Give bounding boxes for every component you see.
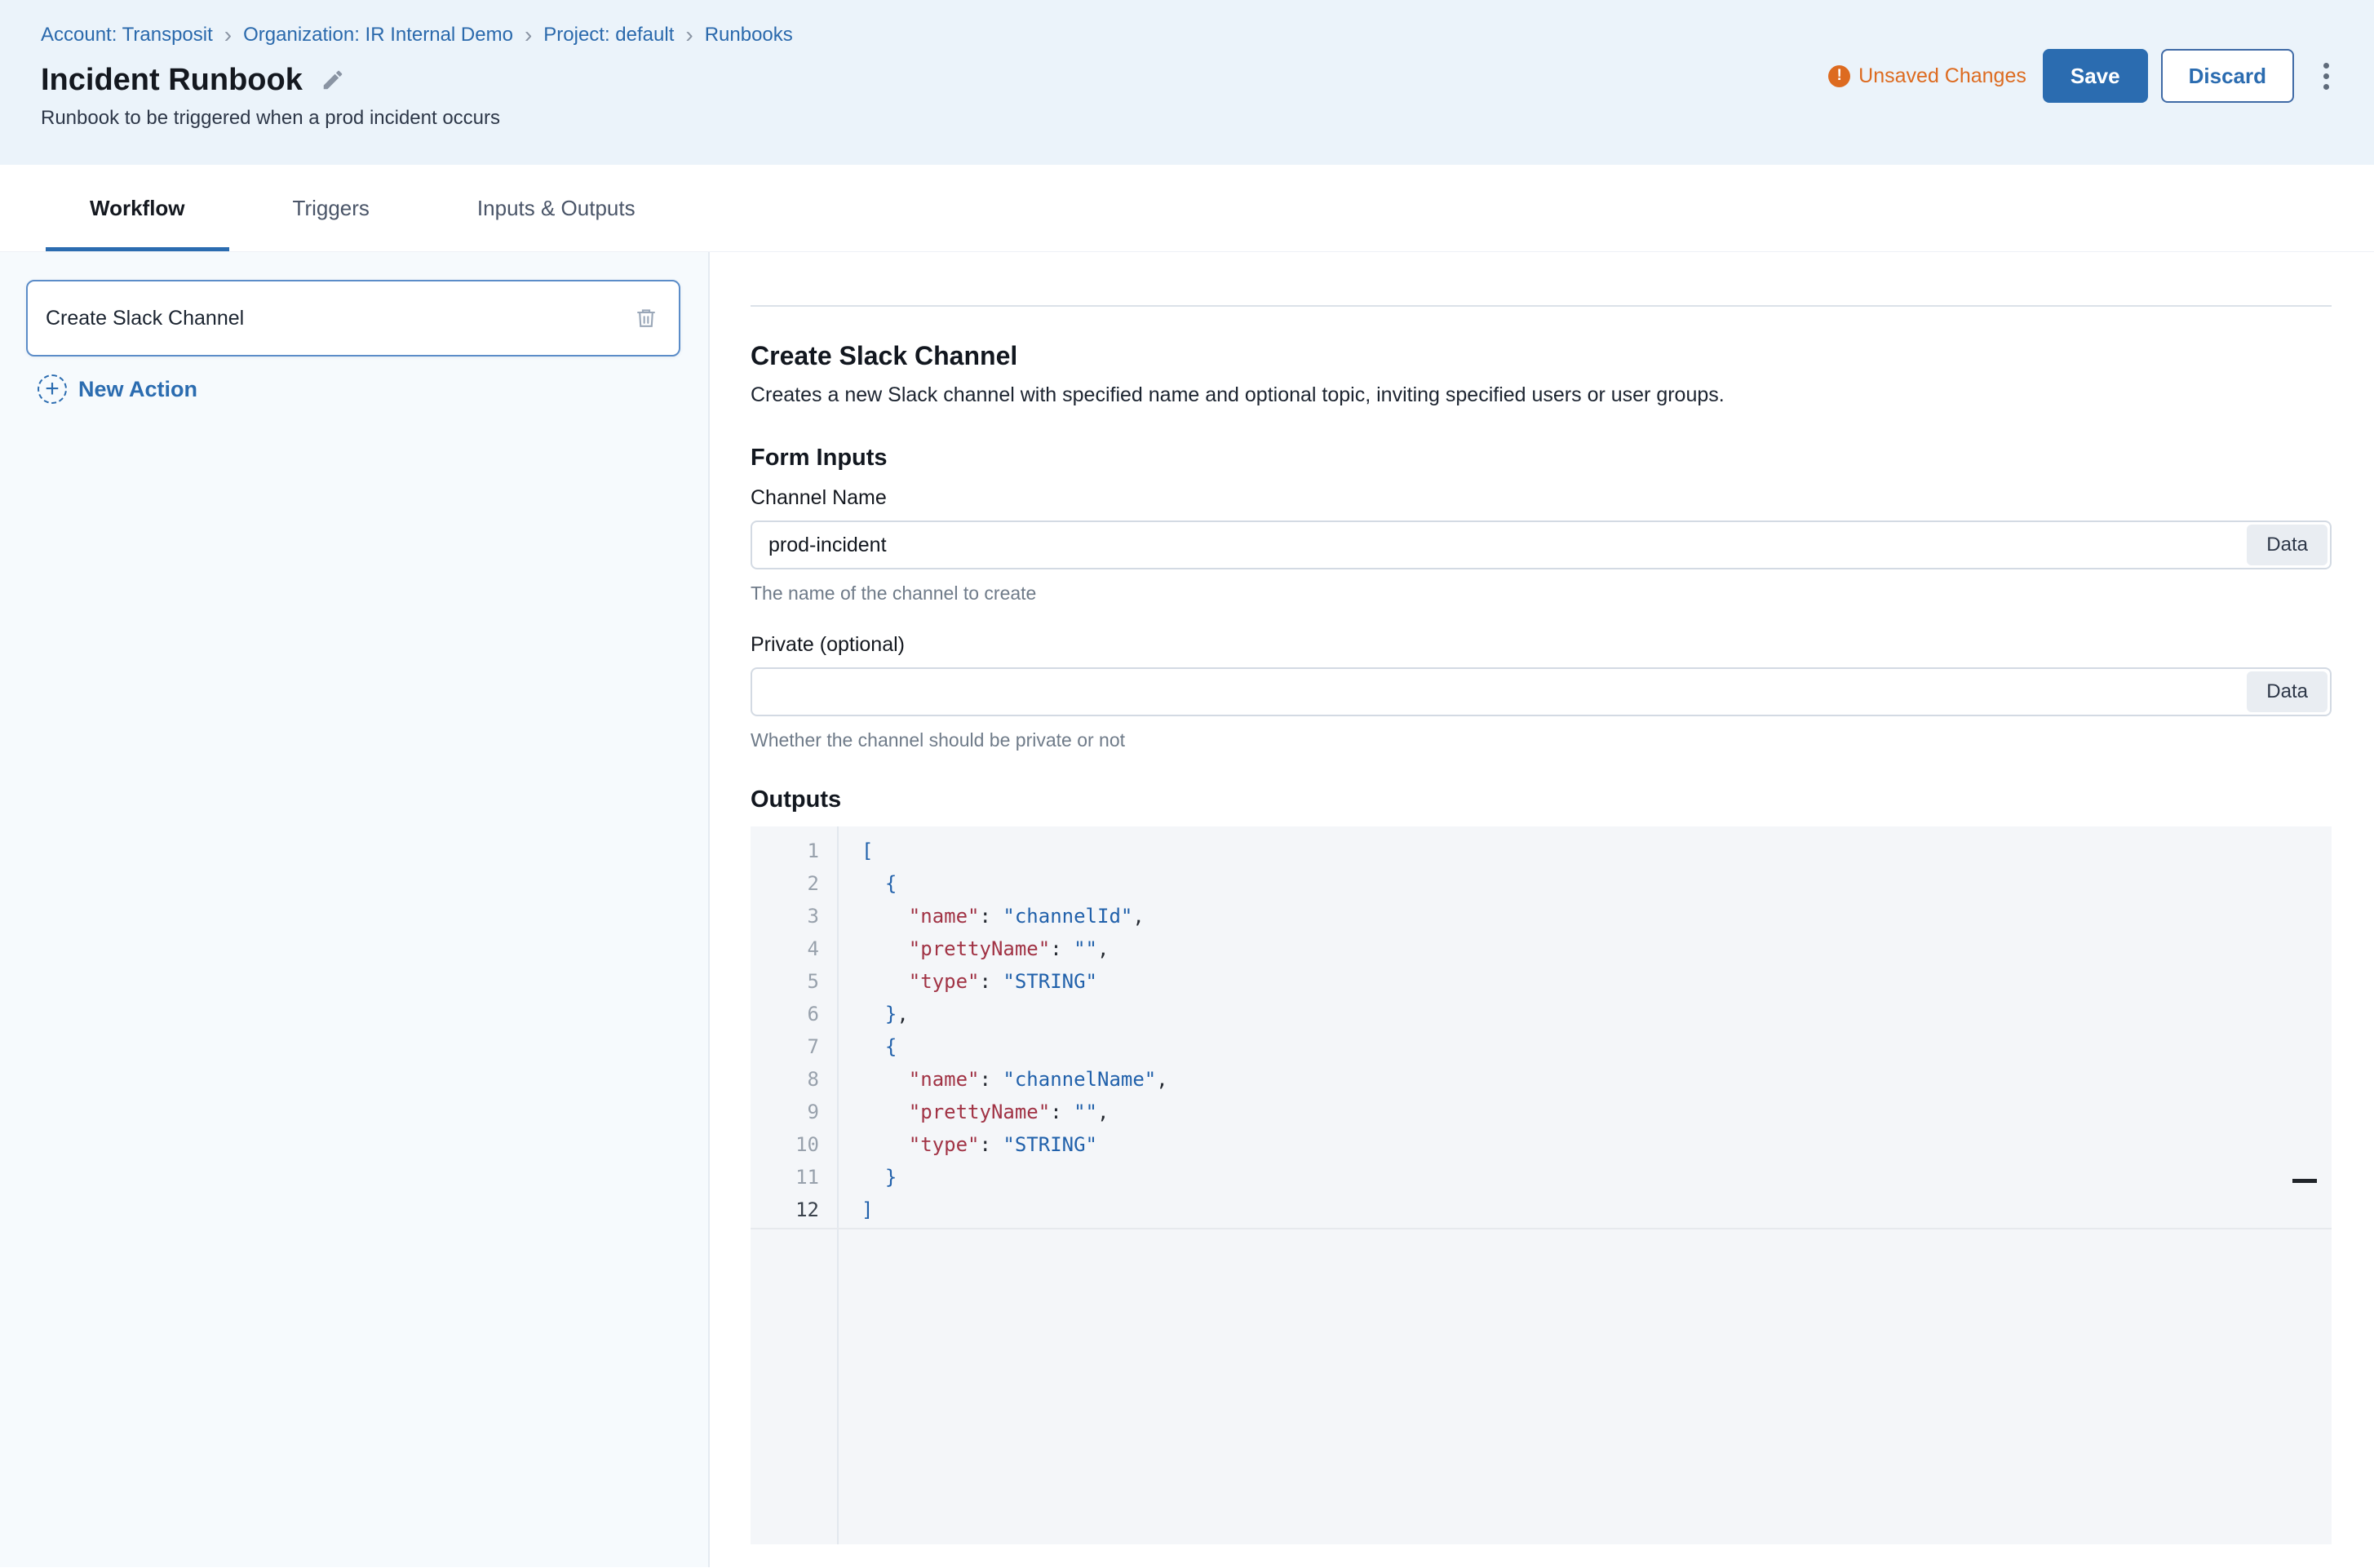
chevron-right-icon: › [224, 24, 232, 47]
channel-name-label: Channel Name [751, 485, 2332, 511]
channel-name-input-wrap: Data [751, 520, 2332, 569]
unsaved-changes-indicator: ! Unsaved Changes [1828, 64, 2026, 88]
editor-scroll-handle [2292, 1179, 2317, 1183]
line-number: 10 [751, 1128, 829, 1161]
editor-gutter: 123456789101112 [751, 835, 829, 1226]
breadcrumb-account-link[interactable]: Account: Transposit [41, 23, 213, 47]
tab-workflow[interactable]: Workflow [46, 165, 229, 251]
code-line[interactable]: [ [861, 835, 2332, 867]
unsaved-changes-label: Unsaved Changes [1858, 64, 2026, 88]
code-line[interactable]: }, [861, 998, 2332, 1030]
code-line[interactable]: { [861, 1030, 2332, 1063]
code-line[interactable]: } [861, 1161, 2332, 1194]
code-line[interactable]: "type": "STRING" [861, 965, 2332, 998]
breadcrumb-runbooks-link[interactable]: Runbooks [705, 23, 793, 47]
field-channel-name: Channel Name Data The name of the channe… [751, 485, 2332, 605]
chevron-right-icon: › [525, 24, 532, 47]
tab-inputs-outputs[interactable]: Inputs & Outputs [433, 165, 680, 251]
code-line[interactable]: "prettyName": "", [861, 1096, 2332, 1128]
line-number: 1 [751, 835, 829, 867]
header-actions: ! Unsaved Changes Save Discard [1828, 49, 2337, 103]
field-private: Private (optional) Data Whether the chan… [751, 632, 2332, 751]
private-label: Private (optional) [751, 632, 2332, 658]
line-number: 4 [751, 932, 829, 965]
line-number: 9 [751, 1096, 829, 1128]
code-line[interactable]: "name": "channelName", [861, 1063, 2332, 1096]
outputs-code-editor[interactable]: 123456789101112 [ { "name": "channelId",… [751, 826, 2332, 1544]
private-help-text: Whether the channel should be private or… [751, 729, 2332, 751]
page-subtitle: Runbook to be triggered when a prod inci… [41, 106, 2337, 131]
workflow-sidebar: Create Slack Channel + New Action [0, 252, 710, 1567]
action-card-create-slack-channel[interactable]: Create Slack Channel [26, 280, 680, 357]
code-line[interactable]: ] [861, 1194, 2332, 1226]
runbook-editor-page: Account: Transposit › Organization: IR I… [0, 0, 2374, 1567]
code-line[interactable]: "name": "channelId", [861, 900, 2332, 932]
edit-title-icon[interactable] [321, 68, 345, 92]
private-data-button[interactable]: Data [2247, 671, 2327, 712]
editor-code: [ { "name": "channelId", "prettyName": "… [861, 835, 2332, 1226]
line-number: 12 [751, 1194, 829, 1226]
tab-triggers[interactable]: Triggers [249, 165, 414, 251]
page-title: Incident Runbook [41, 60, 303, 100]
plus-icon: + [38, 374, 67, 404]
top-divider [751, 305, 2332, 307]
line-number: 5 [751, 965, 829, 998]
editor-gutter-border [837, 826, 839, 1544]
channel-name-data-button[interactable]: Data [2247, 525, 2327, 565]
private-input-wrap: Data [751, 667, 2332, 716]
page-header: Account: Transposit › Organization: IR I… [0, 0, 2374, 165]
line-number: 7 [751, 1030, 829, 1063]
editor-divider [751, 1228, 2332, 1229]
chevron-right-icon: › [685, 24, 693, 47]
code-line[interactable]: { [861, 867, 2332, 900]
line-number: 2 [751, 867, 829, 900]
outputs-heading: Outputs [751, 785, 2332, 814]
discard-button[interactable]: Discard [2161, 49, 2294, 103]
line-number: 6 [751, 998, 829, 1030]
channel-name-input[interactable] [751, 520, 2332, 569]
breadcrumb-organization-link[interactable]: Organization: IR Internal Demo [243, 23, 513, 47]
new-action-button[interactable]: + New Action [38, 374, 197, 404]
line-number: 11 [751, 1161, 829, 1194]
kebab-menu-icon[interactable] [2315, 56, 2337, 96]
code-line[interactable]: "prettyName": "", [861, 932, 2332, 965]
warning-icon: ! [1828, 65, 1850, 87]
content-area: Create Slack Channel + New Action Create… [0, 252, 2374, 1567]
breadcrumb: Account: Transposit › Organization: IR I… [41, 23, 2337, 47]
action-card-label: Create Slack Channel [46, 307, 635, 330]
new-action-label: New Action [78, 377, 197, 402]
form-inputs-heading: Form Inputs [751, 443, 2332, 472]
private-input[interactable] [751, 667, 2332, 716]
line-number: 8 [751, 1063, 829, 1096]
action-title: Create Slack Channel [751, 339, 2332, 372]
code-line[interactable]: "type": "STRING" [861, 1128, 2332, 1161]
delete-action-icon[interactable] [635, 306, 658, 330]
breadcrumb-project-link[interactable]: Project: default [543, 23, 674, 47]
line-number: 3 [751, 900, 829, 932]
tab-bar: Workflow Triggers Inputs & Outputs [0, 165, 2374, 252]
save-button[interactable]: Save [2043, 49, 2148, 103]
channel-name-help-text: The name of the channel to create [751, 582, 2332, 605]
action-description: Creates a new Slack channel with specifi… [751, 382, 2332, 408]
action-detail-panel: Create Slack Channel Creates a new Slack… [710, 252, 2374, 1567]
